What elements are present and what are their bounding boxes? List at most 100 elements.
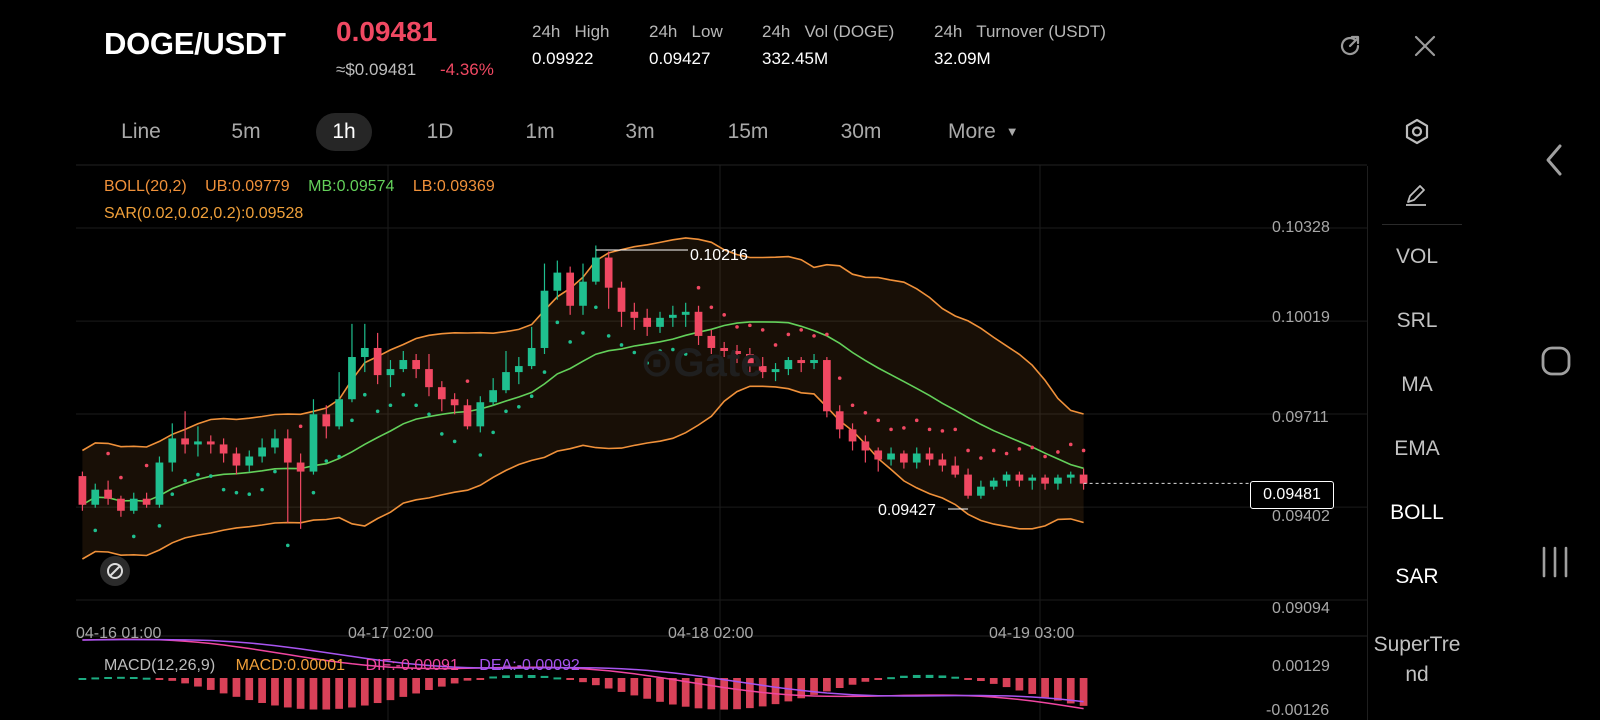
- sar-dot: [606, 334, 611, 338]
- tab-3m[interactable]: 3m: [610, 113, 670, 151]
- candle-body: [168, 438, 177, 463]
- candle-body: [1066, 474, 1075, 478]
- back-nav-icon[interactable]: [1542, 142, 1566, 183]
- indicator-sar[interactable]: SAR: [1370, 565, 1464, 589]
- candle-body: [656, 317, 664, 327]
- macd-histogram-bar: [887, 677, 895, 680]
- sar-dot: [555, 320, 560, 325]
- tab-1m[interactable]: 1m: [510, 113, 570, 151]
- sar-dot: [619, 343, 624, 347]
- macd-histogram-bar: [117, 676, 125, 679]
- candle-body: [553, 272, 562, 291]
- candle-body: [463, 405, 472, 427]
- sar-dot: [452, 439, 457, 444]
- candle-body: [1079, 474, 1088, 484]
- tab-5m[interactable]: 5m: [218, 113, 274, 151]
- candle-body: [335, 399, 343, 427]
- sar-dot: [260, 487, 264, 492]
- macd-histogram-bar: [707, 678, 716, 710]
- macd-histogram-bar: [643, 678, 652, 699]
- close-icon[interactable]: [1413, 34, 1437, 63]
- candle-body: [566, 272, 575, 306]
- macd-histogram-bar: [271, 678, 279, 706]
- settings-icon[interactable]: [1400, 115, 1434, 154]
- indicator-boll[interactable]: BOLL: [1370, 501, 1464, 525]
- candle-body: [450, 399, 459, 406]
- candle-body: [810, 360, 818, 364]
- macd-histogram-bar: [450, 678, 459, 684]
- macd-histogram-bar: [489, 676, 498, 679]
- sar-dot: [401, 392, 406, 397]
- candle-body: [527, 347, 536, 367]
- macd-histogram-bar: [463, 678, 472, 681]
- macd-histogram-bar: [309, 678, 318, 710]
- recents-nav-icon[interactable]: [1540, 546, 1570, 583]
- macd-histogram-bar: [78, 678, 87, 680]
- sar-dot: [350, 418, 354, 423]
- candle-body: [360, 347, 369, 358]
- macd-histogram-bar: [129, 677, 138, 680]
- stat-vol-label: 24h Vol (DOGE): [762, 22, 895, 41]
- candle-body: [309, 414, 318, 472]
- macd-histogram-bar: [181, 678, 189, 684]
- last-price-tag: 0.09481: [1250, 481, 1334, 509]
- tab-30m[interactable]: 30m: [828, 113, 894, 151]
- chart-tool-button[interactable]: [100, 556, 130, 586]
- home-nav-icon[interactable]: [1540, 345, 1572, 382]
- indicator-srl[interactable]: SRL: [1370, 309, 1464, 333]
- macd-histogram-bar: [771, 678, 780, 705]
- sar-dot: [414, 403, 418, 408]
- macd-histogram-bar: [155, 678, 164, 680]
- sar-dot: [170, 492, 175, 496]
- candle-body: [630, 311, 639, 318]
- gate-watermark-logo: ⊙Gate: [640, 341, 763, 385]
- tab-line[interactable]: Line: [111, 113, 171, 151]
- sar-dot: [1004, 451, 1009, 456]
- macd-histogram-bar: [553, 677, 562, 680]
- tab-1d[interactable]: 1D: [412, 113, 468, 151]
- indicator-supertrend[interactable]: SuperTrend: [1370, 630, 1464, 690]
- edit-icon[interactable]: [1403, 182, 1429, 213]
- macd-histogram-bar: [91, 677, 100, 680]
- candle-body: [694, 311, 703, 336]
- sar-dot: [735, 325, 739, 329]
- tab-15m[interactable]: 15m: [716, 113, 780, 151]
- sar-dot: [991, 448, 996, 453]
- sar-dot: [337, 454, 341, 459]
- sar-dot: [311, 490, 316, 495]
- candle-body: [579, 281, 587, 306]
- candle-body: [848, 429, 857, 442]
- macd-legend-macd: MACD:0.00001: [235, 657, 345, 674]
- macd-histogram-bar: [322, 678, 331, 710]
- macd-histogram-bar: [360, 678, 369, 706]
- stat-vol-value: 332.45M: [762, 49, 829, 68]
- sar-dot: [966, 448, 970, 453]
- sar-dot: [440, 432, 444, 436]
- indicator-vol[interactable]: VOL: [1370, 245, 1464, 269]
- tab-more[interactable]: More ▼: [948, 113, 1038, 151]
- macd-histogram-bar: [1054, 678, 1062, 701]
- candle-body: [104, 489, 112, 499]
- indicator-ema[interactable]: EMA: [1370, 437, 1464, 461]
- sar-dot: [1043, 454, 1047, 459]
- candle-body: [617, 287, 626, 312]
- macd-histogram-bar: [399, 678, 408, 697]
- sar-dot: [298, 424, 303, 429]
- sar-dot: [760, 328, 765, 332]
- macd-histogram-bar: [425, 678, 433, 690]
- candle-body: [951, 465, 960, 475]
- candle-body: [437, 387, 446, 400]
- rotate-icon[interactable]: [1337, 33, 1363, 64]
- sar-dot: [581, 331, 585, 335]
- sar-dot: [542, 370, 547, 374]
- stat-turnover-label: 24h Turnover (USDT): [934, 22, 1106, 41]
- sar-dot: [799, 328, 804, 332]
- stat-turnover-value: 32.09M: [934, 49, 991, 68]
- caret-down-icon: ▼: [1005, 124, 1019, 139]
- tab-1h[interactable]: 1h: [316, 113, 372, 151]
- sar-dot: [517, 404, 521, 409]
- sar-dot: [812, 334, 816, 338]
- indicator-ma[interactable]: MA: [1370, 373, 1464, 397]
- candle-body: [989, 480, 998, 487]
- candle-body: [206, 441, 215, 445]
